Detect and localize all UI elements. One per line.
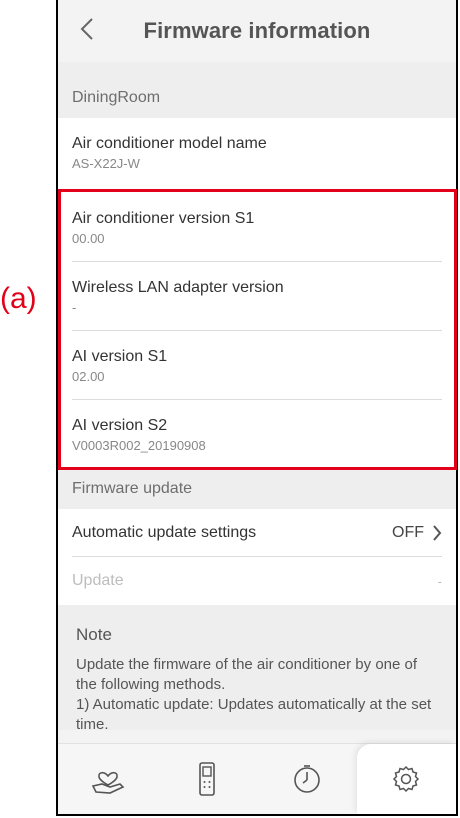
chevron-right-icon <box>433 525 442 541</box>
item-value: 02.00 <box>72 368 105 384</box>
info-item-ac-version-s1: Air conditioner version S1 00.00 <box>58 193 456 262</box>
info-item-ai-version-s1: AI version S1 02.00 <box>58 331 456 400</box>
note-text: Update the firmware of the air condition… <box>76 656 432 730</box>
update-value: - <box>437 573 442 589</box>
update-row: Update - <box>58 557 456 605</box>
item-value: AS-X22J-W <box>72 155 140 171</box>
gear-icon <box>393 765 420 793</box>
remote-control-icon <box>199 762 216 796</box>
tab-timer[interactable] <box>257 744 357 814</box>
tab-remote[interactable] <box>158 744 258 814</box>
item-label: Wireless LAN adapter version <box>72 278 284 296</box>
device-section-label: DiningRoom <box>58 78 456 118</box>
item-label: Air conditioner version S1 <box>72 209 255 227</box>
row-label: Automatic update settings <box>72 524 257 541</box>
chevron-left-icon <box>80 18 93 40</box>
item-label: AI version S2 <box>72 416 168 434</box>
automatic-update-settings-row[interactable]: Automatic update settings OFF <box>58 509 456 557</box>
tab-settings[interactable] <box>356 744 456 814</box>
update-section-label: Firmware update <box>58 469 456 509</box>
info-item-wlan-version: Wireless LAN adapter version - <box>58 262 456 331</box>
info-item-ai-version-s2: AI version S2 V0003R002_20190908 <box>58 400 456 469</box>
item-value: V0003R002_20190908 <box>72 437 206 453</box>
timer-icon <box>293 765 320 793</box>
item-value: - <box>72 299 77 315</box>
hand-heart-icon <box>91 771 125 794</box>
row-label: Update <box>72 572 124 589</box>
item-label: Air conditioner model name <box>72 134 267 152</box>
info-item-model-name: Air conditioner model name AS-X22J-W <box>58 118 456 187</box>
tab-care[interactable] <box>58 744 158 814</box>
item-value: 00.00 <box>72 230 105 246</box>
note-section: Note Update the firmware of the air cond… <box>58 605 456 730</box>
app-header: Firmware information <box>58 0 456 62</box>
back-button[interactable] <box>72 14 102 44</box>
item-label: AI version S1 <box>72 347 168 365</box>
annotation-label: (a) <box>0 282 37 315</box>
page-title: Firmware information <box>143 18 371 43</box>
phone-screen: Firmware information DiningRoom Air cond… <box>56 0 458 816</box>
note-title: Note <box>76 625 112 644</box>
auto-update-value: OFF <box>392 524 424 541</box>
bottom-tab-bar <box>58 743 456 814</box>
